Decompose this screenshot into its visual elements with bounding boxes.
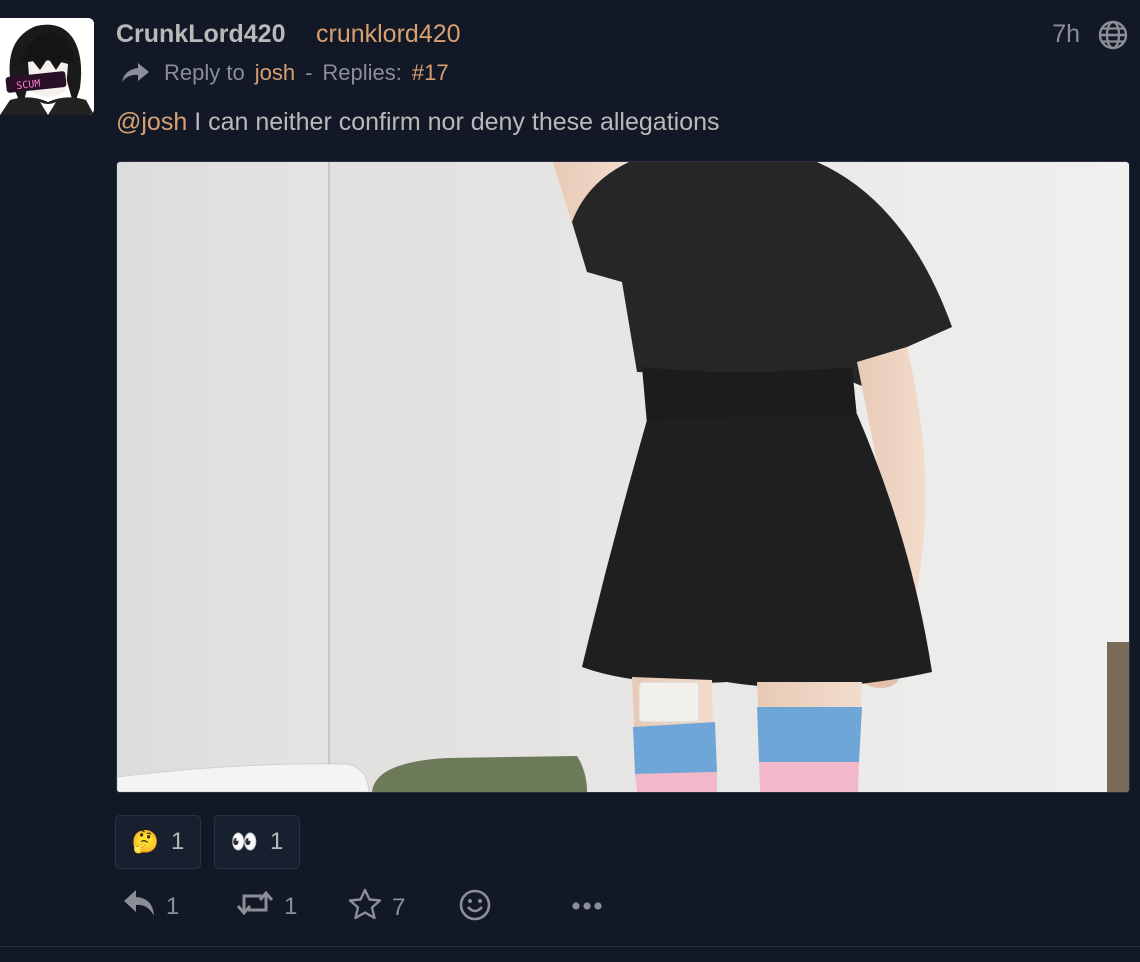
avatar[interactable]: SCUM: [0, 18, 94, 115]
post-header: CrunkLord420 crunklord420 7h: [116, 20, 1128, 54]
reaction-eyes[interactable]: 👀 1: [214, 815, 300, 869]
globe-icon[interactable]: [1098, 20, 1128, 50]
post-time[interactable]: 7h: [1052, 20, 1080, 49]
repeat-button[interactable]: 1: [236, 888, 297, 925]
reactions-bar: 🤔 1 👀 1: [115, 815, 300, 869]
avatar-image: SCUM: [0, 18, 94, 115]
favorite-button[interactable]: 7: [348, 888, 405, 927]
eyes-icon: 👀: [230, 829, 259, 854]
reply-prefix: Reply to: [164, 60, 245, 85]
reply-target-link[interactable]: josh: [255, 60, 295, 86]
reply-count: 1: [166, 892, 180, 920]
attachment-photo: [117, 162, 1129, 792]
reaction-count: 1: [270, 828, 284, 855]
reply-arrow-icon: [120, 61, 150, 85]
reply-icon: [122, 888, 156, 925]
emoji-icon: [458, 888, 492, 929]
favorite-count: 7: [392, 893, 406, 921]
more-options-button[interactable]: [570, 888, 604, 929]
user-handle[interactable]: crunklord420: [316, 20, 461, 49]
reply-info: Reply to josh - Replies: #17: [120, 58, 449, 88]
ellipsis-icon: [570, 888, 604, 929]
reply-button[interactable]: 1: [122, 888, 179, 925]
post-divider: [0, 946, 1140, 947]
reaction-thinking[interactable]: 🤔 1: [115, 815, 201, 869]
replies-link[interactable]: #17: [412, 60, 449, 86]
image-attachment[interactable]: [116, 161, 1130, 793]
star-icon: [348, 888, 382, 927]
post-content: @josh I can neither confirm nor deny the…: [116, 108, 720, 137]
display-name[interactable]: CrunkLord420: [116, 20, 285, 49]
mention-link[interactable]: @josh: [116, 108, 187, 136]
repeat-count: 1: [284, 892, 298, 920]
post-text: I can neither confirm nor deny these all…: [187, 108, 720, 136]
repeat-icon: [236, 888, 274, 925]
replies-label: Replies:: [322, 60, 402, 85]
reply-separator: -: [305, 60, 313, 85]
thinking-face-icon: 🤔: [131, 829, 160, 854]
reaction-count: 1: [171, 828, 185, 855]
add-reaction-button[interactable]: [458, 888, 492, 929]
